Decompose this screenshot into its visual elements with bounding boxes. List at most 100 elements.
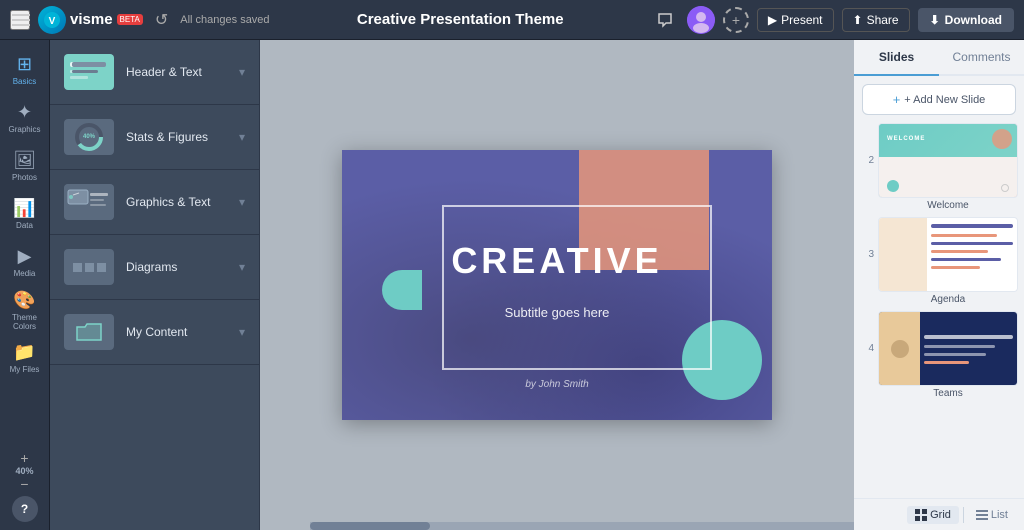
canvas-area[interactable]: CREATIVE Subtitle goes here by John Smit… (260, 40, 854, 530)
panel-thumb-diagrams (64, 249, 114, 285)
panel-item-my-content[interactable]: My Content ▾ (50, 300, 259, 365)
slide-author: by John Smith (342, 379, 772, 390)
visme-wordmark: visme (70, 11, 113, 28)
data-icon: 📊 (13, 198, 35, 219)
panel-thumb-graphics-text (64, 184, 114, 220)
slide-row-4: 4 (860, 311, 1018, 386)
teams-slide-preview (879, 312, 1017, 385)
slide-item-3: 3 (860, 217, 1018, 305)
welcome-slide-preview: WELCOME (879, 124, 1017, 197)
slide-name-3: Agenda (860, 294, 1018, 305)
slide-number-2: 2 (860, 155, 874, 166)
theme-colors-label: Theme Colors (3, 313, 47, 331)
panel-item-diagrams[interactable]: Diagrams ▾ (50, 235, 259, 300)
photos-icon: 🖼 (13, 150, 36, 171)
panel-item-stats-figures[interactable]: 40% Stats & Figures ▾ (50, 105, 259, 170)
graphics-label: Graphics (8, 125, 40, 134)
slide-thumbnail-2[interactable]: WELCOME (878, 123, 1018, 198)
sidebar-item-graphics[interactable]: ✦ Graphics (3, 96, 47, 140)
sidebar-bottom: + 40% − ? (12, 450, 38, 522)
data-label: Data (16, 221, 33, 230)
comments-icon-button[interactable] (651, 6, 679, 34)
menu-button[interactable] (10, 10, 30, 30)
basics-icon: ⊞ (17, 54, 32, 75)
chevron-down-icon: ▾ (239, 130, 245, 144)
slides-list: 2 WELCOME Welcome (854, 123, 1024, 498)
list-label: List (991, 509, 1008, 521)
slide-item-2: 2 WELCOME Welcome (860, 123, 1018, 211)
view-toggle-bar: Grid List (854, 498, 1024, 530)
scrollbar-thumb[interactable] (310, 522, 430, 530)
chevron-down-icon: ▾ (239, 260, 245, 274)
share-label: Share (867, 13, 899, 27)
sidebar-item-data[interactable]: 📊 Data (3, 192, 47, 236)
photos-label: Photos (12, 173, 37, 182)
view-divider (963, 507, 964, 523)
right-tabs: Slides Comments (854, 40, 1024, 76)
slide-number-3: 3 (860, 249, 874, 260)
presentation-title: Creative Presentation Theme (278, 11, 643, 28)
left-sidebar: ⊞ Basics ✦ Graphics 🖼 Photos 📊 Data ▶ Me… (0, 40, 50, 530)
zoom-minus-button[interactable]: − (20, 476, 28, 492)
slide-row-2: 2 WELCOME (860, 123, 1018, 198)
slide-name-4: Teams (860, 388, 1018, 399)
chevron-down-icon: ▾ (239, 65, 245, 79)
panel-item-graphics-text[interactable]: Graphics & Text ▾ (50, 170, 259, 235)
right-panel: Slides Comments + + Add New Slide 2 (854, 40, 1024, 530)
media-icon: ▶ (18, 246, 32, 267)
zoom-control: + 40% − (15, 450, 33, 492)
sidebar-item-media[interactable]: ▶ Media (3, 240, 47, 284)
my-files-label: My Files (10, 365, 40, 374)
slide-thumbnail-3[interactable] (878, 217, 1018, 292)
avatar[interactable] (687, 6, 715, 34)
sidebar-item-photos[interactable]: 🖼 Photos (3, 144, 47, 188)
panel-thumb-my-content (64, 314, 114, 350)
media-label: Media (14, 269, 36, 278)
slide-row-3: 3 (860, 217, 1018, 292)
list-icon (976, 509, 988, 521)
slide-name-2: Welcome (860, 200, 1018, 211)
present-label: Present (781, 13, 822, 27)
horizontal-scrollbar[interactable] (310, 522, 854, 530)
slide-thumbnail-4[interactable] (878, 311, 1018, 386)
slide-subtitle: Subtitle goes here (342, 305, 772, 320)
download-button[interactable]: ⬇ Download (918, 8, 1014, 32)
svg-text:V: V (49, 16, 56, 27)
autosave-status: All changes saved (180, 14, 269, 26)
topbar-right: + ▶ Present ⬆ Share ⬇ Download (651, 6, 1014, 34)
add-people-button[interactable]: + (723, 7, 749, 33)
tab-slides[interactable]: Slides (854, 40, 939, 76)
sidebar-item-basics[interactable]: ⊞ Basics (3, 48, 47, 92)
welcome-text: WELCOME (887, 136, 925, 142)
my-files-icon: 📁 (13, 342, 35, 363)
visme-logo-icon: V (38, 6, 66, 34)
tab-comments[interactable]: Comments (939, 40, 1024, 76)
stats-percent: 40% (83, 134, 95, 140)
grid-view-button[interactable]: Grid (907, 506, 959, 524)
sidebar-item-theme-colors[interactable]: 🎨 Theme Colors (3, 288, 47, 332)
panel-label-graphics-text: Graphics & Text (126, 195, 227, 209)
sidebar-item-my-files[interactable]: 📁 My Files (3, 336, 47, 380)
graphics-icon: ✦ (17, 102, 32, 123)
panel-item-header-text[interactable]: Header & Text ▾ (50, 40, 259, 105)
chevron-down-icon: ▾ (239, 195, 245, 209)
slide-number-4: 4 (860, 343, 874, 354)
slide-canvas[interactable]: CREATIVE Subtitle goes here by John Smit… (342, 150, 772, 420)
undo-button[interactable]: ↺ (151, 8, 172, 32)
present-button[interactable]: ▶ Present (757, 8, 834, 32)
share-button[interactable]: ⬆ Share (842, 8, 910, 32)
topbar-left: V visme BETA ↺ All changes saved (10, 6, 270, 34)
grid-label: Grid (930, 509, 951, 521)
main-layout: ⊞ Basics ✦ Graphics 🖼 Photos 📊 Data ▶ Me… (0, 40, 1024, 530)
help-button[interactable]: ? (12, 496, 38, 522)
panel-label-stats-figures: Stats & Figures (126, 130, 227, 144)
download-icon: ⬇ (930, 13, 940, 27)
topbar: V visme BETA ↺ All changes saved Creativ… (0, 0, 1024, 40)
zoom-plus-button[interactable]: + (20, 450, 28, 466)
list-view-button[interactable]: List (968, 506, 1016, 524)
visme-logo: V visme BETA (38, 6, 143, 34)
add-new-slide-button[interactable]: + + Add New Slide (862, 84, 1016, 115)
slide-item-4: 4 (860, 311, 1018, 399)
beta-badge: BETA (117, 14, 143, 25)
panel-thumb-header-text (64, 54, 114, 90)
